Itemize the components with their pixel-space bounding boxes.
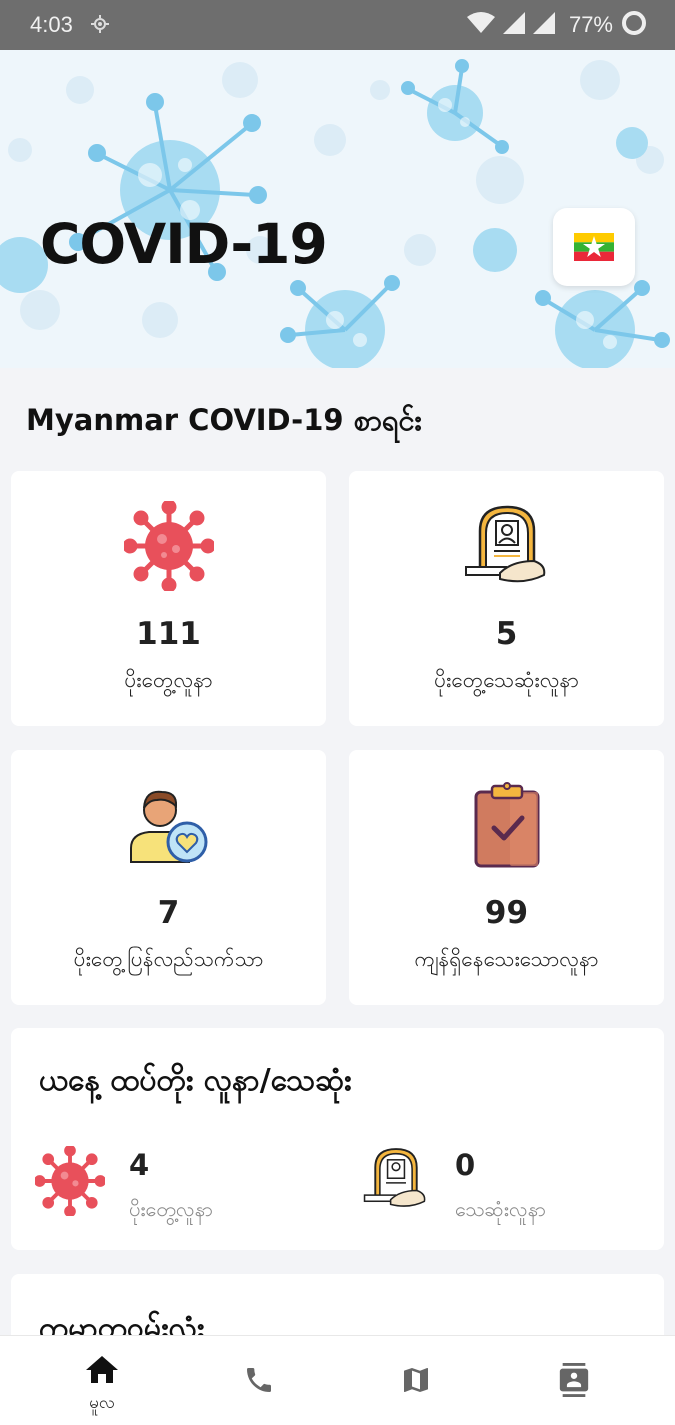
grave-icon bbox=[464, 503, 550, 593]
battery-percent: 77% bbox=[568, 12, 613, 37]
stat-card-recovered[interactable]: 7 ပိုးတွေ့ပြန်လည်သက်သာ bbox=[11, 750, 326, 1005]
nav-contacts[interactable] bbox=[514, 1336, 634, 1425]
active-count: 99 bbox=[484, 895, 529, 931]
confirmed-label: ပိုးတွေ့လူနာ bbox=[124, 668, 213, 692]
nav-map[interactable] bbox=[356, 1336, 476, 1425]
contact-card-icon bbox=[557, 1362, 591, 1402]
location-icon bbox=[90, 14, 110, 38]
today-deaths-count: 0 bbox=[455, 1148, 476, 1182]
wifi-icon bbox=[466, 12, 495, 38]
section-title: Myanmar COVID-19 စာရင်း bbox=[26, 403, 422, 437]
map-icon bbox=[400, 1364, 432, 1400]
today-cases-label: ပိုးတွေ့လူနာ bbox=[129, 1197, 214, 1221]
language-flag-button[interactable] bbox=[553, 208, 635, 286]
recovered-label: ပိုးတွေ့ပြန်လည်သက်သာ bbox=[73, 947, 264, 971]
recovered-person-icon bbox=[127, 786, 211, 870]
today-heading: ယနေ့ ထပ်တိုး လူနာ/သေဆုံး bbox=[39, 1063, 352, 1098]
deaths-label: ပိုးတွေ့သေဆုံးလူနာ bbox=[434, 668, 579, 692]
stat-card-confirmed[interactable]: 111 ပိုးတွေ့လူနာ bbox=[11, 471, 326, 726]
virus-icon-small bbox=[33, 1144, 107, 1220]
myanmar-flag-icon bbox=[574, 233, 614, 261]
today-cases-count: 4 bbox=[129, 1148, 150, 1182]
virus-icon bbox=[122, 499, 215, 595]
bottom-navigation: မူလ bbox=[0, 1335, 675, 1425]
phone-icon bbox=[243, 1364, 275, 1400]
nav-home[interactable]: မူလ bbox=[42, 1336, 162, 1425]
grave-icon-small bbox=[363, 1146, 429, 1216]
today-deaths-label: သေဆုံးလူနာ bbox=[455, 1197, 547, 1221]
signal-icon-2 bbox=[532, 12, 555, 38]
page-title: COVID-19 bbox=[40, 212, 328, 276]
nav-home-label: မူလ bbox=[89, 1393, 115, 1413]
stat-card-deaths[interactable]: 5 ပိုးတွေ့သေဆုံးလူနာ bbox=[349, 471, 664, 726]
clipboard-check-icon bbox=[472, 782, 542, 872]
battery-icon bbox=[621, 10, 647, 40]
header-banner: COVID-19 bbox=[0, 50, 675, 368]
recovered-count: 7 bbox=[157, 895, 180, 931]
home-icon bbox=[85, 1354, 119, 1388]
stat-card-active[interactable]: 99 ကျန်ရှိနေသေးသောလူနာ bbox=[349, 750, 664, 1005]
active-label: ကျန်ရှိနေသေးသောလူနာ bbox=[414, 947, 599, 971]
deaths-count: 5 bbox=[495, 616, 518, 652]
today-card: ယနေ့ ထပ်တိုး လူနာ/သေဆုံး 4 ပိုးတွေ့လူနာ bbox=[11, 1028, 664, 1250]
status-bar: 4:03 77% bbox=[0, 0, 675, 50]
nav-phone[interactable] bbox=[199, 1336, 319, 1425]
signal-icon bbox=[502, 12, 525, 38]
status-time: 4:03 bbox=[30, 12, 73, 37]
confirmed-count: 111 bbox=[136, 616, 201, 652]
